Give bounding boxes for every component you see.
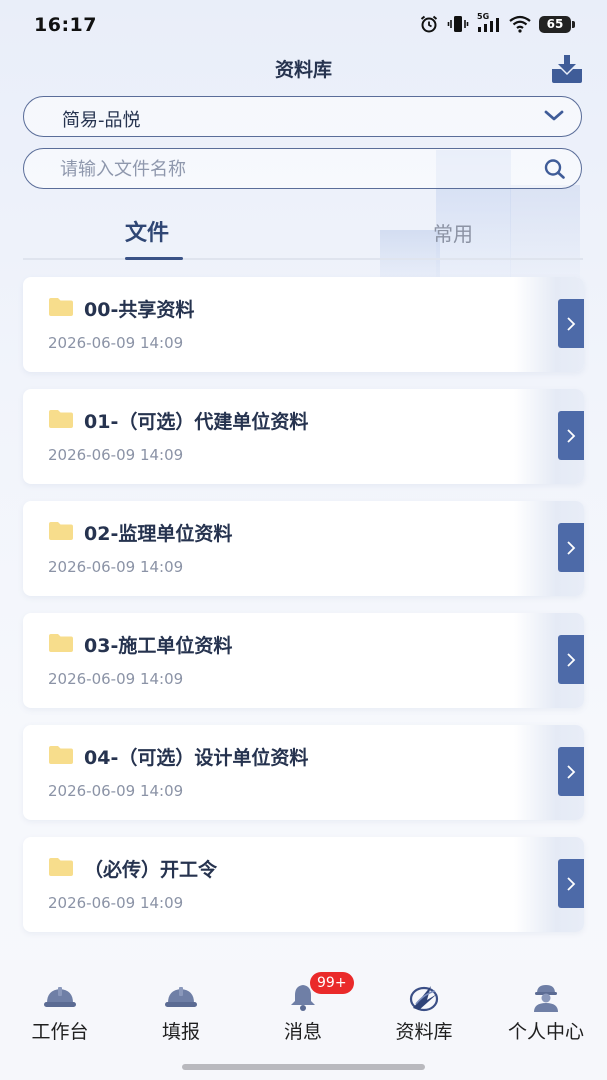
- chevron-down-icon: [544, 110, 564, 121]
- unread-badge: 99+: [310, 972, 354, 994]
- battery-icon: 65: [539, 15, 575, 33]
- chevron-right-icon: [567, 428, 576, 443]
- folder-icon: [49, 410, 73, 428]
- status-icons: 5G 65: [419, 12, 575, 34]
- folder-icon: [49, 746, 73, 764]
- open-folder-button[interactable]: [558, 411, 584, 460]
- wifi-icon: [509, 15, 531, 33]
- battery-level: 65: [539, 15, 571, 33]
- open-folder-button[interactable]: [558, 859, 584, 908]
- open-folder-button[interactable]: [558, 635, 584, 684]
- nav-label: 填报: [161, 1021, 200, 1043]
- nav-label: 资料库: [395, 1021, 453, 1043]
- signal-icon: 5G: [477, 12, 501, 33]
- bottom-nav: 工作台 填报 99+ 消息 资料库 个人中心: [0, 960, 607, 1080]
- file-name: （必传）开工令: [84, 859, 218, 881]
- alarm-icon: [420, 15, 438, 33]
- file-name: 01-（可选）代建单位资料: [84, 411, 309, 433]
- file-date: 2026-06-09 14:09: [48, 782, 184, 800]
- file-list-item[interactable]: 03-施工单位资料 2026-06-09 14:09: [23, 613, 584, 708]
- file-name: 00-共享资料: [84, 299, 195, 321]
- file-date: 2026-06-09 14:09: [48, 334, 184, 352]
- open-folder-button[interactable]: [558, 299, 584, 348]
- open-folder-button[interactable]: [558, 747, 584, 796]
- search-input[interactable]: [60, 156, 530, 182]
- file-list-item[interactable]: 02-监理单位资料 2026-06-09 14:09: [23, 501, 584, 596]
- nav-label: 消息: [283, 1021, 322, 1043]
- nav-messages[interactable]: 99+ 消息: [253, 972, 354, 1044]
- file-date: 2026-06-09 14:09: [48, 558, 184, 576]
- open-folder-button[interactable]: [558, 523, 584, 572]
- file-list-item[interactable]: 01-（可选）代建单位资料 2026-06-09 14:09: [23, 389, 584, 484]
- nav-report[interactable]: 填报: [131, 982, 231, 1044]
- folder-icon: [49, 634, 73, 652]
- chevron-right-icon: [567, 876, 576, 891]
- file-list-item[interactable]: 04-（可选）设计单位资料 2026-06-09 14:09: [23, 725, 584, 820]
- file-list-item[interactable]: 00-共享资料 2026-06-09 14:09: [23, 277, 584, 372]
- hard-hat-icon: [44, 987, 76, 1007]
- chevron-right-icon: [567, 540, 576, 555]
- download-icon: [552, 55, 582, 83]
- file-name: 04-（可选）设计单位资料: [84, 747, 309, 769]
- search-box: [23, 148, 582, 189]
- tab-files[interactable]: 文件: [125, 215, 169, 247]
- chevron-right-icon: [567, 316, 576, 331]
- file-date: 2026-06-09 14:09: [48, 446, 184, 464]
- chevron-right-icon: [567, 652, 576, 667]
- folder-icon: [49, 522, 73, 540]
- hard-hat-icon: [165, 987, 197, 1007]
- nav-workbench[interactable]: 工作台: [10, 982, 110, 1044]
- file-date: 2026-06-09 14:09: [48, 894, 184, 912]
- file-list-item[interactable]: （必传）开工令 2026-06-09 14:09: [23, 837, 584, 932]
- project-select[interactable]: 简易-品悦: [23, 96, 582, 137]
- file-name: 02-监理单位资料: [84, 523, 233, 545]
- home-indicator[interactable]: [182, 1064, 425, 1070]
- nav-profile[interactable]: 个人中心: [496, 982, 596, 1044]
- page-title: 资料库: [274, 59, 332, 81]
- search-icon[interactable]: [543, 158, 567, 180]
- worker-avatar-icon: [534, 985, 558, 1012]
- folder-icon: [49, 298, 73, 316]
- project-select-value: 简易-品悦: [62, 110, 141, 131]
- nav-label: 工作台: [31, 1021, 89, 1043]
- tab-bar: 文件 常用: [23, 206, 583, 260]
- library-logo-icon: [409, 986, 439, 1012]
- vibrate-icon: [447, 16, 469, 32]
- active-tab-indicator: [125, 257, 183, 260]
- tab-frequent[interactable]: 常用: [433, 218, 473, 247]
- file-date: 2026-06-09 14:09: [48, 670, 184, 688]
- nav-library[interactable]: 资料库: [374, 982, 474, 1044]
- folder-icon: [49, 858, 73, 876]
- file-name: 03-施工单位资料: [84, 635, 233, 657]
- status-time: 16:17: [34, 14, 97, 36]
- status-bar: 16:17 5G 65: [0, 0, 607, 50]
- download-button[interactable]: [549, 52, 585, 86]
- chevron-right-icon: [567, 764, 576, 779]
- nav-label: 个人中心: [507, 1021, 584, 1043]
